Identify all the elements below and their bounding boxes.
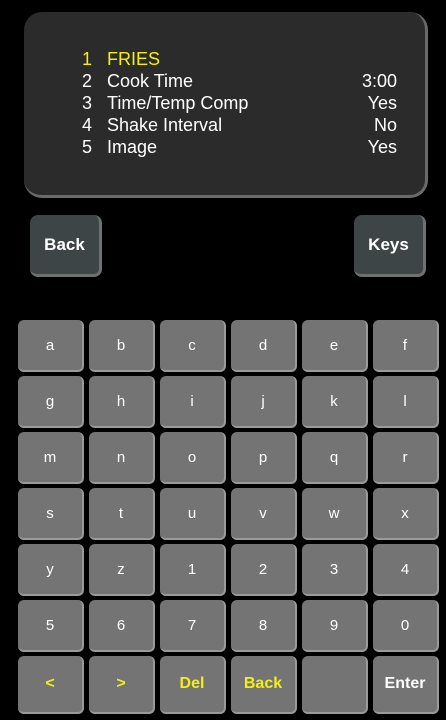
key-e[interactable]: e bbox=[302, 320, 368, 372]
key-y[interactable]: y bbox=[18, 544, 84, 596]
key-q[interactable]: q bbox=[302, 432, 368, 484]
key-b[interactable]: b bbox=[89, 320, 155, 372]
key-2[interactable]: 2 bbox=[231, 544, 297, 596]
key-r[interactable]: r bbox=[373, 432, 439, 484]
key-t[interactable]: t bbox=[89, 488, 155, 540]
key-x[interactable]: x bbox=[373, 488, 439, 540]
key-s[interactable]: s bbox=[18, 488, 84, 540]
menu-row-value: Yes bbox=[367, 137, 397, 157]
key-c[interactable]: c bbox=[160, 320, 226, 372]
key-g[interactable]: g bbox=[18, 376, 84, 428]
menu-row-2[interactable]: 2 Cook Time 3:00 bbox=[82, 70, 397, 92]
key-4[interactable]: 4 bbox=[373, 544, 439, 596]
menu-row-label: Shake Interval bbox=[107, 115, 223, 135]
menu-row-number: 3 bbox=[82, 93, 93, 113]
menu-row-number: 5 bbox=[82, 137, 93, 157]
display-panel: 1 FRIES 2 Cook Time 3:00 3 Time/Temp Com… bbox=[24, 12, 428, 198]
key-7[interactable]: 7 bbox=[160, 600, 226, 652]
space-key[interactable] bbox=[302, 656, 368, 714]
menu-row-number: 2 bbox=[82, 71, 93, 91]
cursor-left-key[interactable]: < bbox=[18, 656, 84, 714]
keys-button[interactable]: Keys bbox=[354, 215, 426, 277]
key-o[interactable]: o bbox=[160, 432, 226, 484]
key-m[interactable]: m bbox=[18, 432, 84, 484]
key-f[interactable]: f bbox=[373, 320, 439, 372]
menu-row-label: FRIES bbox=[107, 49, 161, 69]
menu-row-value: No bbox=[373, 115, 397, 135]
key-k[interactable]: k bbox=[302, 376, 368, 428]
enter-key[interactable]: Enter bbox=[373, 656, 439, 714]
menu-row-5[interactable]: 5 Image Yes bbox=[82, 136, 397, 158]
key-i[interactable]: i bbox=[160, 376, 226, 428]
key-5[interactable]: 5 bbox=[18, 600, 84, 652]
key-0[interactable]: 0 bbox=[373, 600, 439, 652]
menu-row-value: Yes bbox=[367, 93, 397, 113]
backspace-key[interactable]: Back bbox=[231, 656, 297, 714]
key-8[interactable]: 8 bbox=[231, 600, 297, 652]
menu-row-3[interactable]: 3 Time/Temp Comp Yes bbox=[82, 92, 397, 114]
on-screen-keyboard: a b c d e f g h i j k l m n o p q r s t … bbox=[14, 320, 440, 720]
menu-row-number: 4 bbox=[82, 115, 93, 135]
delete-key[interactable]: Del bbox=[160, 656, 226, 714]
back-button[interactable]: Back bbox=[30, 215, 102, 277]
key-d[interactable]: d bbox=[231, 320, 297, 372]
key-v[interactable]: v bbox=[231, 488, 297, 540]
key-w[interactable]: w bbox=[302, 488, 368, 540]
key-a[interactable]: a bbox=[18, 320, 84, 372]
menu-row-value: 3:00 bbox=[361, 71, 397, 91]
key-n[interactable]: n bbox=[89, 432, 155, 484]
menu-row-label: Time/Temp Comp bbox=[107, 93, 249, 113]
key-u[interactable]: u bbox=[160, 488, 226, 540]
key-l[interactable]: l bbox=[373, 376, 439, 428]
menu-row-4[interactable]: 4 Shake Interval No bbox=[82, 114, 397, 136]
key-h[interactable]: h bbox=[89, 376, 155, 428]
key-z[interactable]: z bbox=[89, 544, 155, 596]
key-j[interactable]: j bbox=[231, 376, 297, 428]
key-9[interactable]: 9 bbox=[302, 600, 368, 652]
menu-row-label: Image bbox=[107, 137, 158, 157]
key-3[interactable]: 3 bbox=[302, 544, 368, 596]
key-1[interactable]: 1 bbox=[160, 544, 226, 596]
cursor-right-key[interactable]: > bbox=[89, 656, 155, 714]
key-6[interactable]: 6 bbox=[89, 600, 155, 652]
menu-row-number: 1 bbox=[82, 49, 93, 69]
menu-row-1[interactable]: 1 FRIES bbox=[82, 48, 397, 70]
key-p[interactable]: p bbox=[231, 432, 297, 484]
menu-row-label: Cook Time bbox=[107, 71, 194, 91]
